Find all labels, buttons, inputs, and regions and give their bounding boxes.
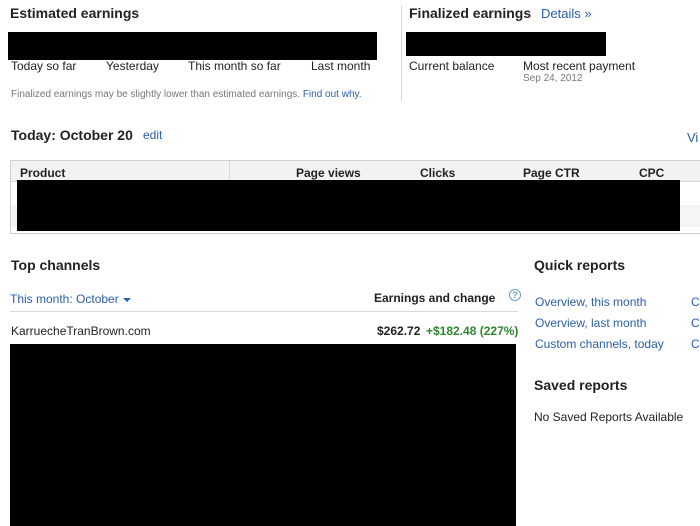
header-col-divider [229, 161, 230, 181]
period-dropdown-label: This month: October [10, 292, 119, 306]
today-title: Today: October 20 [11, 127, 133, 143]
period-yesterday-label: Yesterday [106, 59, 159, 73]
view-link[interactable]: Vi [687, 130, 698, 145]
earnings-divider [401, 5, 402, 101]
period-today-label: Today so far [11, 59, 77, 73]
estimated-earnings-title: Estimated earnings [10, 5, 140, 21]
col-page-views[interactable]: Page views [296, 166, 361, 180]
col-cpc[interactable]: CPC [639, 166, 664, 180]
redacted-channel-rows [10, 344, 516, 526]
quick-report-secondary-3[interactable]: C [691, 337, 700, 351]
redacted-finalized-values [406, 32, 606, 56]
channel-change: +$182.48 (227%) [426, 324, 519, 338]
channel-earnings: $262.72 [377, 324, 421, 338]
period-last-month-label: Last month [311, 59, 371, 73]
recent-payment-date: Sep 24, 2012 [523, 73, 583, 84]
quick-report-overview-this-month[interactable]: Overview, this month [535, 295, 646, 309]
quick-reports-title: Quick reports [534, 257, 626, 273]
quick-report-overview-last-month[interactable]: Overview, last month [535, 316, 646, 330]
col-product[interactable]: Product [20, 166, 65, 180]
earnings-change-header: Earnings and change [374, 291, 496, 305]
period-this-month-label: This month so far [188, 59, 281, 73]
redacted-today-rows [17, 180, 680, 231]
saved-reports-title: Saved reports [534, 377, 628, 393]
col-clicks[interactable]: Clicks [420, 166, 455, 180]
details-link[interactable]: Details » [541, 6, 592, 21]
finalized-earnings-title: Finalized earnings [409, 5, 532, 21]
finalized-note-text: Finalized earnings may be slightly lower… [11, 89, 301, 100]
quick-report-secondary-1[interactable]: C [691, 295, 700, 309]
col-page-ctr[interactable]: Page CTR [523, 166, 580, 180]
finalized-note: Finalized earnings may be slightly lower… [11, 89, 362, 100]
channels-header-divider [10, 311, 518, 312]
find-out-why-link[interactable]: Find out why. [303, 89, 362, 100]
redacted-estimated-values [8, 32, 377, 60]
quick-report-custom-channels-today[interactable]: Custom channels, today [535, 337, 664, 351]
recent-payment-label: Most recent payment [523, 59, 636, 73]
channel-name: KarruecheTranBrown.com [11, 324, 151, 338]
chevron-down-icon [122, 297, 131, 302]
period-dropdown[interactable]: This month: October [10, 292, 131, 306]
top-channels-title: Top channels [11, 257, 101, 273]
quick-report-secondary-2[interactable]: C [691, 316, 700, 330]
today-edit-link[interactable]: edit [143, 128, 162, 142]
info-icon[interactable]: ? [509, 289, 521, 301]
current-balance-label: Current balance [409, 59, 495, 73]
saved-reports-empty: No Saved Reports Available [534, 410, 684, 424]
